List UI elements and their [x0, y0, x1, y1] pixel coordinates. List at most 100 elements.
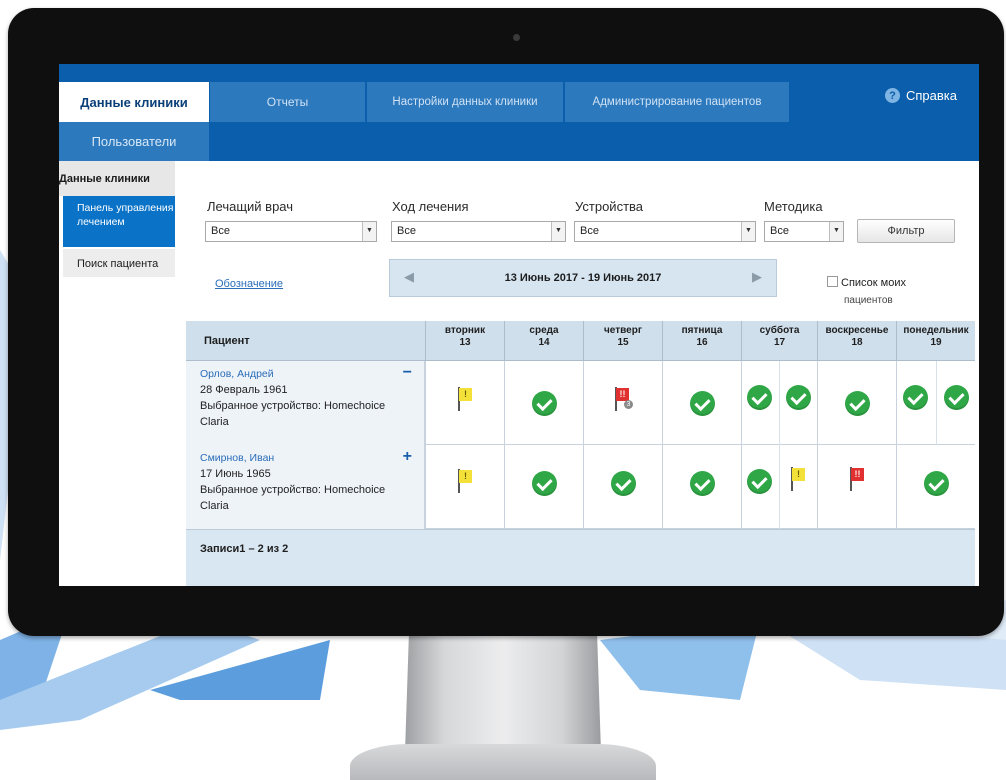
my-patients-label-2: пациентов: [844, 295, 893, 306]
check-circle-icon[interactable]: [532, 471, 557, 496]
day-cell[interactable]: !: [741, 445, 817, 529]
app-header: Данные клиники Отчеты Настройки данных к…: [59, 64, 979, 161]
tab-clinic-settings[interactable]: Настройки данных клиники: [367, 82, 563, 122]
check-circle-icon[interactable]: [845, 391, 870, 416]
check-circle-icon[interactable]: [924, 471, 949, 496]
day-cell[interactable]: [662, 445, 741, 529]
patient-dob: 17 Июнь 1965: [200, 468, 271, 480]
patient-device: Выбранное устройство: Homechoice: [200, 400, 386, 412]
check-circle-icon[interactable]: [786, 385, 811, 410]
tab-reports[interactable]: Отчеты: [210, 82, 365, 122]
chevron-down-icon: ▼: [551, 222, 565, 241]
check-circle-icon[interactable]: [690, 471, 715, 496]
tab-patient-admin[interactable]: Администрирование пациентов: [565, 82, 789, 122]
day-cell[interactable]: [583, 445, 662, 529]
patient-name-link[interactable]: Смирнов, Иван: [200, 450, 424, 466]
day-cell[interactable]: [504, 445, 583, 529]
tab-users[interactable]: Пользователи: [59, 122, 209, 161]
doctor-select-value: Все: [211, 225, 230, 237]
day-header: воскресенье 18: [817, 321, 896, 361]
table-row: Орлов, Андрей 28 Февраль 1961 Выбранное …: [186, 361, 975, 445]
patient-column-header: Пациент: [204, 335, 250, 347]
day-number: 15: [617, 337, 629, 348]
question-circle-icon: ?: [885, 88, 900, 103]
day-number: 19: [930, 337, 942, 348]
devices-select-value: Все: [580, 225, 599, 237]
my-patients-checkbox[interactable]: [827, 276, 838, 287]
date-range-text: 13 Июнь 2017 - 19 Июнь 2017: [504, 272, 662, 284]
day-cell[interactable]: !: [425, 361, 504, 445]
day-header: пятница 16: [662, 321, 741, 361]
day-cell[interactable]: [741, 361, 817, 445]
check-circle-icon[interactable]: [747, 469, 772, 494]
treatment-filter-label: Ход лечения: [392, 199, 469, 214]
day-cell[interactable]: !!: [817, 445, 896, 529]
devices-filter-label: Устройства: [575, 199, 644, 214]
day-number: 16: [696, 337, 708, 348]
day-header: четверг 15: [583, 321, 662, 361]
treatment-select-value: Все: [397, 225, 416, 237]
devices-select[interactable]: Все ▼: [574, 221, 756, 242]
day-cell[interactable]: [504, 361, 583, 445]
red-flag-icon[interactable]: !! 3: [613, 387, 633, 411]
check-circle-icon[interactable]: [903, 385, 928, 410]
filter-button[interactable]: Фильтр: [857, 219, 955, 243]
sidebar-item-patient-search[interactable]: Поиск пациента: [63, 249, 175, 277]
sidebar-item-treatment-panel[interactable]: Панель управления лечением: [63, 196, 175, 247]
patient-device-model: Claria: [200, 416, 229, 428]
my-patients-label-1: Список моих: [841, 277, 906, 289]
chevron-down-icon: ▼: [829, 222, 843, 241]
day-name: вторник: [444, 325, 486, 336]
patient-dob: 28 Февраль 1961: [200, 384, 288, 396]
monitor-stand-base: [350, 744, 656, 780]
sidebar-header: Данные клиники: [59, 161, 175, 196]
day-cell[interactable]: [817, 361, 896, 445]
day-header: среда 14: [504, 321, 583, 361]
patient-name-link[interactable]: Орлов, Андрей: [200, 366, 424, 382]
yellow-flag-icon[interactable]: !: [789, 467, 805, 491]
day-header: вторник 13: [425, 321, 504, 361]
day-name: понедельник: [903, 325, 969, 336]
day-cell[interactable]: [896, 361, 975, 445]
expand-icon[interactable]: +: [403, 449, 412, 465]
help-link[interactable]: ? Справка: [885, 88, 957, 103]
check-circle-icon[interactable]: [690, 391, 715, 416]
day-header: суббота 17: [741, 321, 817, 361]
sidebar: Данные клиники Панель управления лечение…: [59, 161, 175, 277]
day-name: пятница: [681, 325, 723, 336]
yellow-flag-icon[interactable]: !: [456, 469, 472, 493]
day-number: 18: [851, 337, 863, 348]
yellow-flag-icon[interactable]: !: [456, 387, 472, 411]
check-circle-icon[interactable]: [944, 385, 969, 410]
patient-cell: Орлов, Андрей 28 Февраль 1961 Выбранное …: [186, 361, 425, 445]
doctor-select[interactable]: Все ▼: [205, 221, 377, 242]
patient-grid: Пациент вторник 13 среда 14 четверг 15 пятн…: [186, 321, 975, 586]
records-count: Записи1 – 2 из 2: [186, 529, 975, 586]
collapse-icon[interactable]: −: [403, 365, 412, 381]
check-circle-icon[interactable]: [611, 471, 636, 496]
my-patients-option[interactable]: Список моих пациентов: [827, 274, 906, 310]
treatment-select[interactable]: Все ▼: [391, 221, 566, 242]
camera-icon: [511, 32, 522, 43]
day-name: четверг: [604, 325, 642, 336]
patient-device: Выбранное устройство: Homechoice: [200, 484, 386, 496]
cell-divider: [936, 361, 937, 445]
patient-device-model: Claria: [200, 500, 229, 512]
day-name: среда: [529, 325, 559, 336]
day-cell[interactable]: !! 3: [583, 361, 662, 445]
grid-header: Пациент вторник 13 среда 14 четверг 15 пятн…: [186, 321, 975, 361]
method-select[interactable]: Все ▼: [764, 221, 844, 242]
day-cell[interactable]: !: [425, 445, 504, 529]
check-circle-icon[interactable]: [532, 391, 557, 416]
next-week-icon[interactable]: ▶: [752, 269, 762, 285]
app-screen: Данные клиники Отчеты Настройки данных к…: [59, 64, 979, 586]
day-cell[interactable]: [896, 445, 975, 529]
red-flag-icon[interactable]: !!: [848, 467, 864, 491]
day-cell[interactable]: [662, 361, 741, 445]
tab-clinic-data[interactable]: Данные клиники: [59, 82, 209, 122]
day-number: 17: [773, 337, 786, 348]
day-number: 14: [538, 337, 550, 348]
legend-link[interactable]: Обозначение: [215, 278, 283, 290]
day-number: 13: [459, 337, 471, 348]
check-circle-icon[interactable]: [747, 385, 772, 410]
